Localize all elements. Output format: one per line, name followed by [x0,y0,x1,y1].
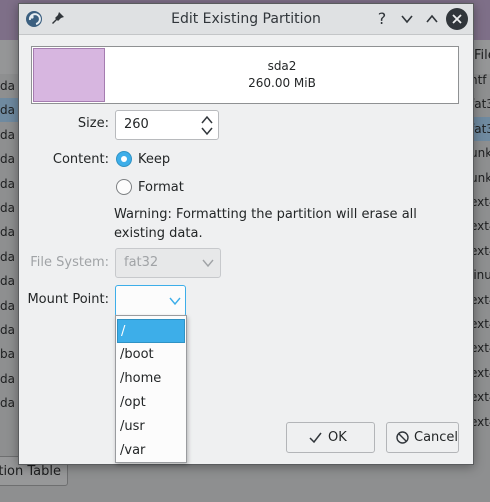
chevron-down-icon [169,297,181,306]
close-button[interactable] [446,8,468,30]
mountpoint-combo[interactable] [115,285,186,317]
ok-button-label: OK [328,430,347,445]
mount-option[interactable]: /home [117,367,185,391]
size-value[interactable]: 260 [124,111,149,139]
chevron-up-icon [426,14,438,23]
partition-size: 260.00 MiB [248,76,316,90]
partition-used-space [33,48,105,102]
chevron-down-icon [401,15,413,24]
edit-partition-dialog: Edit Existing Partition ? sda2 260.00 Mi… [18,3,474,465]
ok-button[interactable]: OK [286,422,375,453]
size-label: Size: [77,116,109,131]
help-button[interactable]: ? [372,9,392,29]
mount-option[interactable]: / [117,319,185,343]
mountpoint-label: Mount Point: [27,292,109,307]
close-icon [452,14,462,24]
mount-option[interactable]: /opt [117,391,185,415]
maximize-button[interactable] [422,9,442,29]
minimize-button[interactable] [397,9,417,29]
partition-graphic: sda2 260.00 MiB [31,46,459,104]
filesystem-combo: fat32 [115,248,221,278]
mountpoint-dropdown: / /boot /home /opt /usr /var [115,315,187,463]
filesystem-label: File System: [30,255,109,270]
format-radio[interactable] [116,179,132,195]
keep-radio-label[interactable]: Keep [138,152,170,167]
mount-option[interactable]: /boot [117,343,185,367]
content-label: Content: [52,152,109,167]
keep-radio[interactable] [116,151,132,167]
size-spinbox[interactable]: 260 [115,110,219,140]
chevron-down-icon [202,259,214,268]
cancel-icon [396,431,409,444]
checkmark-icon [309,432,322,444]
partition-name: sda2 [267,59,297,73]
spin-down-icon[interactable] [200,125,214,137]
filesystem-value: fat32 [124,255,159,270]
titlebar[interactable]: Edit Existing Partition ? [19,4,473,35]
format-radio-label[interactable]: Format [138,180,184,195]
cancel-button[interactable]: Cancel [386,422,459,453]
format-warning: Warning: Formatting the partition will e… [114,207,417,241]
mount-option[interactable]: /usr [117,415,185,439]
cancel-button-label: Cancel [414,430,459,445]
mount-option[interactable]: /var [117,439,185,463]
